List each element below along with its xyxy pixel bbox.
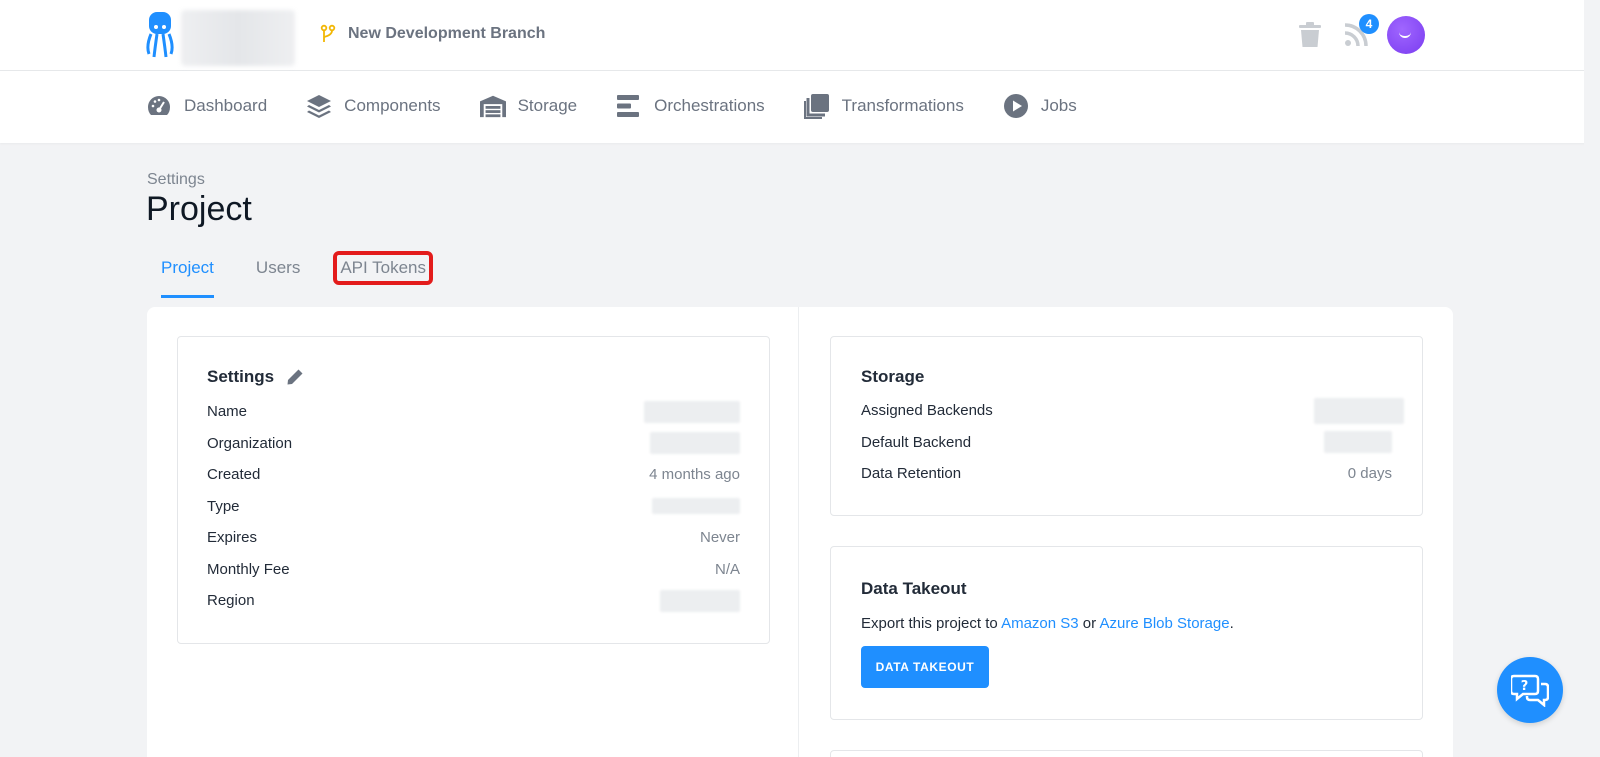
storage-key: Data Retention [861, 465, 962, 483]
settings-row-name: Name [207, 396, 740, 428]
notification-count-badge: 4 [1359, 14, 1379, 34]
amazon-s3-link[interactable]: Amazon S3 [1001, 615, 1079, 632]
pencil-edit-icon[interactable] [286, 368, 304, 386]
svg-text:?: ? [1521, 679, 1529, 694]
data-takeout-card: Data Takeout Export this project to Amaz… [830, 546, 1423, 720]
takeout-desc-or: or [1078, 615, 1100, 632]
settings-value-redacted [660, 589, 740, 612]
settings-row-expires: Expires Never [207, 522, 740, 554]
settings-row-created: Created 4 months ago [207, 459, 740, 491]
settings-card-header: Settings [207, 367, 740, 387]
storage-key: Assigned Backends [861, 402, 993, 420]
nav-label-transformations: Transformations [841, 96, 964, 115]
nav-item-storage[interactable]: Storage [479, 93, 578, 119]
notifications-button[interactable]: 4 [1341, 14, 1379, 54]
settings-value-redacted [652, 498, 740, 515]
trash-button[interactable] [1295, 16, 1325, 54]
settings-value: N/A [714, 560, 740, 578]
nav-label-orchestrations: Orchestrations [654, 96, 765, 115]
avatar-face-icon [1399, 30, 1411, 38]
storage-value-redacted [1324, 431, 1392, 454]
settings-key: Monthly Fee [207, 560, 290, 578]
nav-item-orchestrations[interactable]: Orchestrations [616, 93, 765, 119]
nav-item-transformations[interactable]: Transformations [803, 93, 964, 119]
settings-row-region: Region [207, 585, 740, 617]
nav-label-components: Components [344, 96, 441, 115]
top-bar: New Development Branch 4 [0, 0, 1600, 71]
user-avatar[interactable] [1387, 16, 1425, 54]
bars-icon [616, 93, 642, 119]
settings-value: 4 months ago [649, 466, 740, 484]
settings-row-type: Type [207, 491, 740, 523]
data-takeout-description: Export this project to Amazon S3 or Azur… [861, 615, 1392, 632]
settings-value-redacted [644, 400, 740, 423]
storage-value: 0 days [1347, 465, 1392, 483]
takeout-desc-suffix: . [1229, 615, 1234, 632]
nav-item-jobs[interactable]: Jobs [1003, 93, 1077, 119]
main-navigation: Dashboard Components Storage Orchestrati… [0, 71, 1600, 143]
nav-label-storage: Storage [517, 96, 578, 115]
warehouse-icon [479, 93, 506, 119]
support-chat-button[interactable]: ? [1497, 657, 1563, 723]
top-actions: 4 [1295, 14, 1425, 54]
settings-row-organization: Organization [207, 428, 740, 460]
settings-value-redacted [650, 432, 740, 455]
nav-item-components[interactable]: Components [306, 93, 441, 119]
play-icon [1003, 93, 1029, 119]
branch-selector[interactable]: New Development Branch [320, 24, 545, 44]
storage-card: Storage Assigned Backends Default Backen… [830, 336, 1423, 516]
settings-tabs: Project Users API Tokens [161, 251, 475, 298]
layers-icon [306, 93, 332, 119]
tab-users[interactable]: Users [256, 258, 300, 298]
settings-value: Never [699, 529, 740, 547]
git-branch-icon [320, 24, 336, 42]
data-takeout-button[interactable]: DATA TAKEOUT [861, 646, 989, 688]
settings-card: Settings Name Organization Created 4 mon… [177, 336, 770, 644]
settings-key: Expires [207, 529, 258, 547]
breadcrumb: Settings [147, 171, 205, 188]
branch-name: New Development Branch [348, 25, 546, 42]
storage-card-title: Storage [861, 367, 925, 386]
takeout-desc-prefix: Export this project to [861, 615, 1002, 632]
next-card-partial [830, 750, 1423, 757]
settings-key: Organization [207, 434, 293, 452]
settings-key: Name [207, 403, 248, 421]
storage-row-assigned-backends: Assigned Backends [861, 395, 1404, 427]
settings-row-monthly-fee: Monthly Fee N/A [207, 554, 740, 586]
storage-value-redacted [1314, 397, 1404, 424]
page-scrollbar[interactable] [1584, 0, 1600, 757]
trash-icon [1299, 22, 1321, 47]
storage-row-data-retention: Data Retention 0 days [861, 458, 1392, 490]
storage-key: Default Backend [861, 433, 972, 451]
dashboard-icon [146, 93, 172, 119]
tab-api-tokens[interactable]: API Tokens [333, 251, 434, 285]
settings-key: Created [207, 466, 261, 484]
panel-divider [798, 307, 799, 757]
nav-item-dashboard[interactable]: Dashboard [146, 93, 267, 119]
storage-row-default-backend: Default Backend [861, 427, 1392, 459]
nav-label-dashboard: Dashboard [184, 96, 268, 115]
data-takeout-title: Data Takeout [861, 579, 967, 598]
nav-label-jobs: Jobs [1040, 96, 1077, 115]
copy-icon [803, 93, 830, 119]
settings-key: Region [207, 592, 255, 610]
settings-key: Type [207, 497, 240, 515]
settings-card-title: Settings [207, 367, 275, 386]
page-title: Project [146, 190, 252, 228]
project-switcher[interactable] [181, 10, 295, 66]
tab-project[interactable]: Project [161, 258, 214, 298]
keboola-logo-icon[interactable] [146, 12, 174, 58]
chat-help-icon: ? [1511, 674, 1549, 707]
azure-blob-storage-link[interactable]: Azure Blob Storage [1099, 615, 1229, 632]
